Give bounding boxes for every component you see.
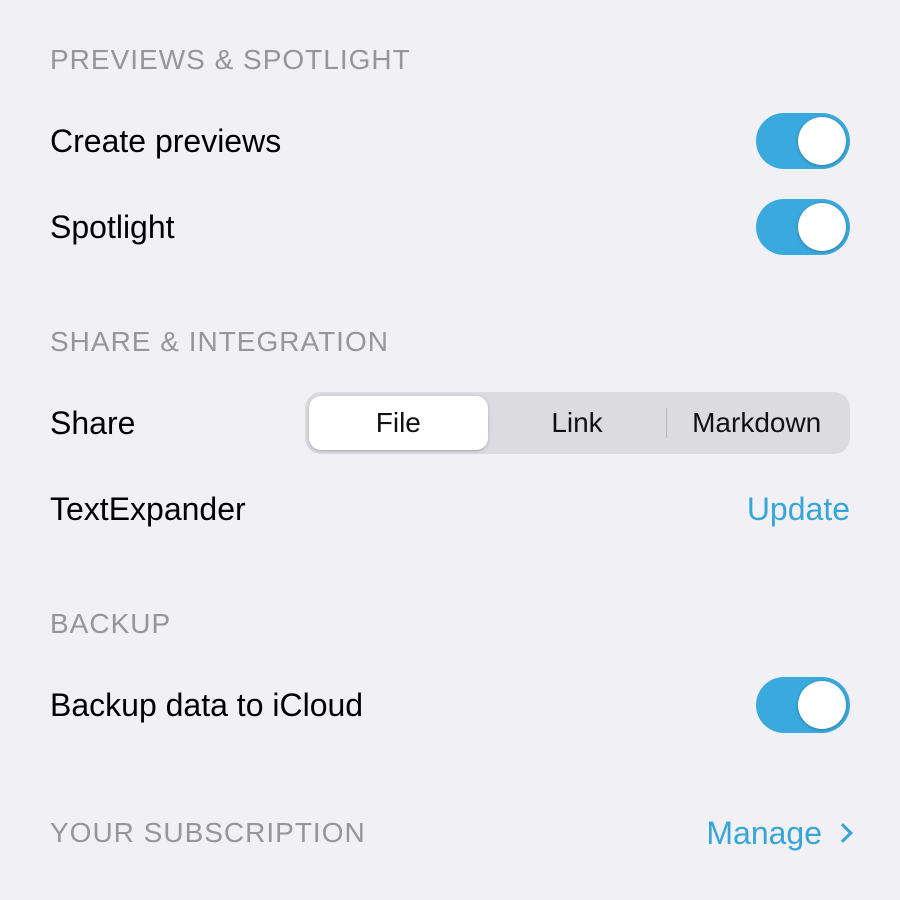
row-share: Share File Link Markdown — [50, 388, 850, 458]
label-textexpander: TextExpander — [50, 491, 246, 528]
label-backup-icloud: Backup data to iCloud — [50, 687, 363, 724]
segmented-option-link[interactable]: Link — [488, 396, 667, 450]
row-subscription: Your Subscription Manage — [50, 798, 850, 868]
section-header-share: Share & Integration — [50, 326, 850, 358]
toggle-knob — [798, 681, 846, 729]
settings-screen: Previews & Spotlight Create previews Spo… — [0, 0, 900, 900]
row-spotlight: Spotlight — [50, 192, 850, 262]
section-header-subscription: Your Subscription — [50, 817, 366, 849]
segmented-option-markdown[interactable]: Markdown — [667, 396, 846, 450]
toggle-spotlight[interactable] — [756, 199, 850, 255]
row-textexpander: TextExpander Update — [50, 474, 850, 544]
toggle-backup-icloud[interactable] — [756, 677, 850, 733]
section-header-backup: Backup — [50, 608, 850, 640]
toggle-knob — [798, 117, 846, 165]
row-create-previews: Create previews — [50, 106, 850, 176]
label-spotlight: Spotlight — [50, 209, 175, 246]
manage-label: Manage — [706, 815, 822, 852]
manage-subscription-button[interactable]: Manage — [706, 815, 850, 852]
section-header-previews: Previews & Spotlight — [50, 44, 850, 76]
segmented-share: File Link Markdown — [305, 392, 850, 454]
toggle-create-previews[interactable] — [756, 113, 850, 169]
chevron-right-icon — [833, 823, 853, 843]
toggle-knob — [798, 203, 846, 251]
label-create-previews: Create previews — [50, 123, 281, 160]
update-textexpander-button[interactable]: Update — [747, 491, 850, 528]
segmented-option-file[interactable]: File — [309, 396, 488, 450]
row-backup-icloud: Backup data to iCloud — [50, 670, 850, 740]
label-share: Share — [50, 405, 135, 442]
